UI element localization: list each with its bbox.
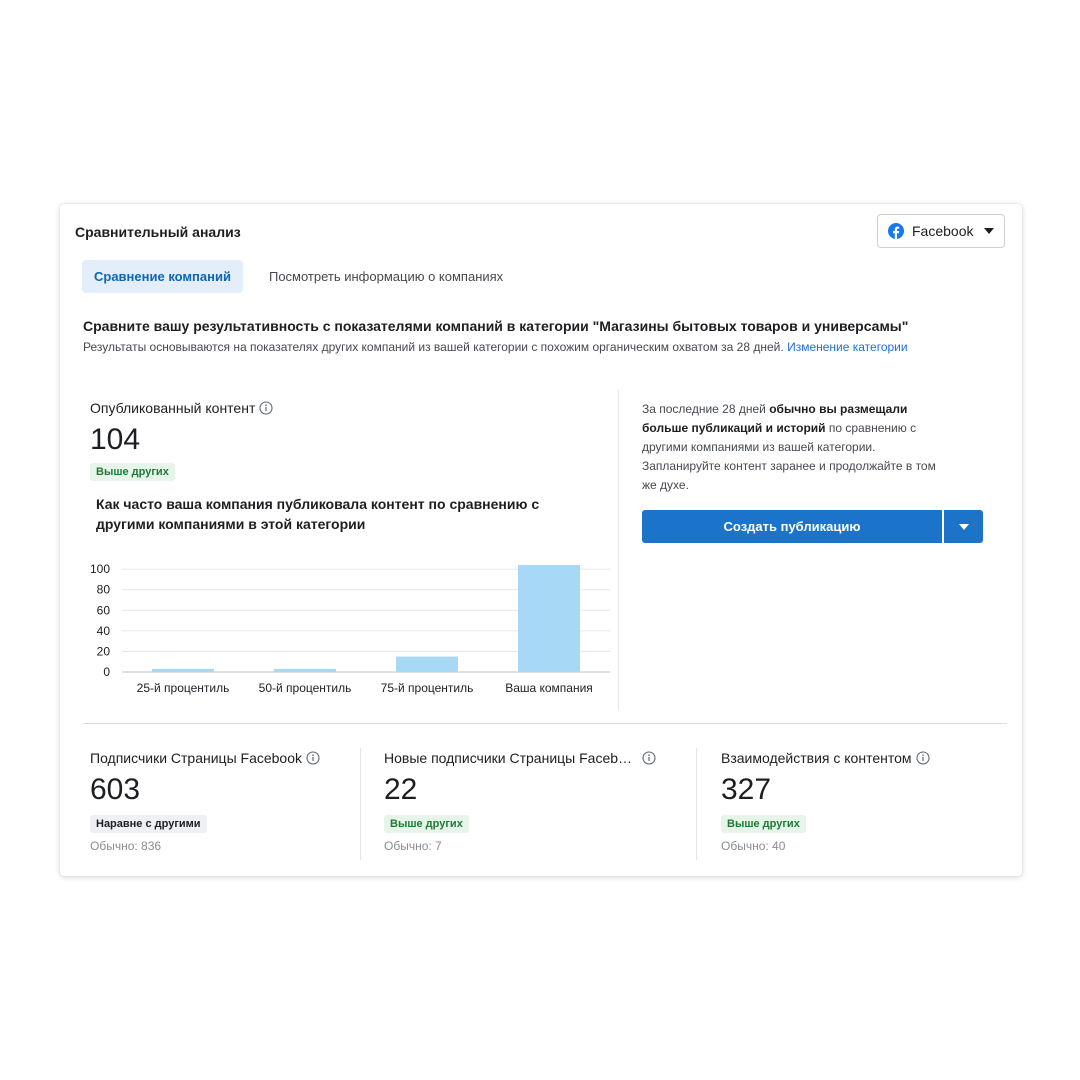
benchmark-card: Сравнительный анализ Facebook Сравнение … — [60, 204, 1022, 876]
y-tick-label: 100 — [90, 562, 110, 576]
status-badge: Выше других — [721, 815, 806, 833]
metric-label-engagement: Взаимодействия с контентом — [721, 750, 930, 766]
create-post-dropdown-button[interactable] — [944, 510, 983, 543]
platform-select-label: Facebook — [912, 223, 974, 239]
metric-divider — [360, 748, 361, 860]
chevron-down-icon — [984, 228, 994, 234]
x-tick-label: 50-й процентиль — [259, 681, 352, 695]
status-badge: Наравне с другими — [90, 815, 207, 833]
bar-1[interactable] — [152, 668, 214, 672]
create-post-button[interactable]: Создать публикацию — [642, 510, 942, 543]
facebook-icon — [888, 223, 904, 239]
metric-label-text: Взаимодействия с контентом — [721, 750, 912, 766]
publishing-frequency-chart: 0 20 40 60 80 100 25-й процентиль 50-й проценти… — [90, 562, 610, 695]
published-content-label: Опубликованный контент — [90, 400, 273, 416]
chart-title: Как часто ваша компания публиковала конт… — [96, 496, 540, 532]
y-tick-label: 0 — [103, 665, 110, 679]
chevron-down-icon — [958, 523, 969, 530]
published-content-label-text: Опубликованный контент — [90, 400, 256, 416]
typical-value: Обычно: 836 — [90, 839, 162, 853]
y-tick-label: 80 — [97, 583, 111, 597]
platform-select[interactable]: Facebook — [877, 214, 1005, 248]
metric-divider — [696, 748, 697, 860]
status-badge: Выше других — [384, 815, 469, 833]
metric-value-followers: 603 — [90, 773, 141, 806]
metric-label-text: Новые подписчики Страницы Faceb… — [384, 750, 633, 766]
bar-2[interactable] — [274, 668, 336, 672]
metric-label-followers: Подписчики Страницы Facebook — [90, 750, 320, 766]
vertical-divider — [618, 390, 619, 710]
tab-company-info[interactable]: Посмотреть информацию о компаниях — [257, 260, 515, 293]
recommendation-text: За последние 28 дней обычно вы размещали… — [642, 400, 942, 495]
info-icon[interactable] — [642, 751, 656, 765]
status-badge: Выше других — [90, 463, 175, 481]
y-tick-label: 20 — [97, 644, 111, 658]
info-icon[interactable] — [259, 401, 273, 415]
y-tick-label: 60 — [97, 603, 111, 617]
x-tick-label: Ваша компания — [505, 681, 593, 695]
published-content-value: 104 — [90, 423, 141, 456]
info-icon[interactable] — [915, 751, 930, 765]
metric-value-engagement: 327 — [721, 773, 772, 806]
x-tick-label: 25-й процентиль — [137, 681, 230, 695]
bar-3[interactable] — [396, 656, 458, 672]
typical-value: Обычно: 40 — [721, 839, 786, 853]
description-text: Результаты основываются на показателях д… — [83, 340, 784, 354]
change-category-link[interactable]: Изменение категории — [787, 340, 908, 354]
typical-value: Обычно: 7 — [384, 839, 442, 853]
section-heading: Сравните вашу результативность с показат… — [83, 318, 909, 334]
metric-label-text: Подписчики Страницы Facebook — [90, 750, 303, 766]
info-icon[interactable] — [306, 751, 320, 765]
y-tick-label: 40 — [97, 624, 111, 638]
card-title: Сравнительный анализ — [75, 224, 241, 240]
metric-value-new-followers: 22 — [384, 773, 418, 806]
horizontal-divider — [83, 723, 1007, 724]
recommendation-text-1: За последние 28 дней — [642, 402, 766, 416]
x-tick-label: 75-й процентиль — [381, 681, 474, 695]
tab-bar: Сравнение компаний Посмотреть информацию… — [82, 260, 515, 293]
metric-label-new-followers: Новые подписчики Страницы Faceb… — [384, 750, 656, 766]
tab-compare-companies[interactable]: Сравнение компаний — [82, 260, 243, 293]
section-description: Результаты основываются на показателях д… — [83, 338, 963, 356]
bar-4[interactable] — [518, 565, 580, 672]
